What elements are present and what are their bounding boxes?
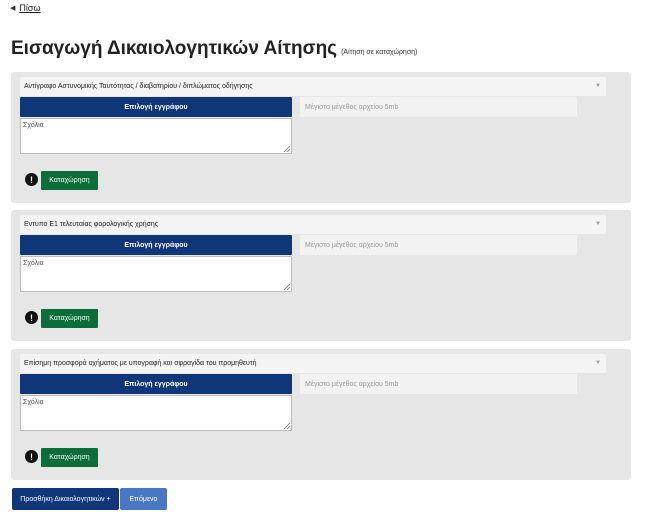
- chevron-left-icon: ◀: [10, 5, 16, 12]
- resize-handle-icon[interactable]: [284, 146, 290, 152]
- choose-document-button[interactable]: Επιλογή εγγράφου: [20, 97, 292, 117]
- filesize-field[interactable]: Μέγιστο μέγεθος αρχείου 5mb: [300, 235, 577, 255]
- document-type-select[interactable]: Αντίγραφο Αστυνομικής Ταυτότητας / διαβα…: [20, 77, 606, 96]
- comments-placeholder: Σχόλια: [23, 260, 44, 267]
- document-type-value: Αντίγραφο Αστυνομικής Ταυτότητας / διαβα…: [24, 83, 253, 90]
- resize-handle-icon[interactable]: [284, 423, 290, 429]
- save-button[interactable]: Καταχώρηση: [41, 171, 98, 190]
- choose-document-button[interactable]: Επιλογή εγγράφου: [20, 235, 292, 255]
- filesize-field[interactable]: Μέγιστο μέγεθος αρχείου 5mb: [300, 374, 577, 394]
- document-section-1: Αντίγραφο Αστυνομικής Ταυτότητας / διαβα…: [11, 72, 631, 203]
- comments-placeholder: Σχόλια: [23, 399, 44, 406]
- comments-placeholder: Σχόλια: [23, 122, 44, 129]
- back-link[interactable]: ◀ Πίσω: [10, 3, 40, 13]
- document-type-select[interactable]: Επίσημη προσφορά οχήματος με υπογραφή κα…: [20, 354, 606, 373]
- comments-textarea[interactable]: Σχόλια: [20, 118, 292, 154]
- warning-icon: !: [25, 173, 38, 186]
- save-button[interactable]: Καταχώρηση: [41, 309, 98, 328]
- page-title: Εισαγωγή Δικαιολογητικών Αίτησης: [11, 38, 338, 59]
- warning-icon: !: [25, 311, 38, 324]
- next-button[interactable]: Επόμενο: [120, 488, 167, 510]
- filesize-field[interactable]: Μέγιστο μέγεθος αρχείου 5mb: [300, 97, 577, 117]
- comments-textarea[interactable]: Σχόλια: [20, 395, 292, 431]
- document-type-value: Εντυπο Ε1 τελευταίας φορολογικής χρήσης: [24, 221, 159, 228]
- resize-handle-icon[interactable]: [284, 284, 290, 290]
- choose-document-button[interactable]: Επιλογή εγγράφου: [20, 374, 292, 394]
- document-type-value: Επίσημη προσφορά οχήματος με υπογραφή κα…: [24, 360, 257, 367]
- chevron-down-icon: ▼: [595, 83, 601, 89]
- comments-textarea[interactable]: Σχόλια: [20, 256, 292, 292]
- add-documents-button[interactable]: Προσθήκη Δικαιολογητικών +: [12, 488, 119, 510]
- chevron-down-icon: ▼: [595, 360, 601, 366]
- save-button[interactable]: Καταχώρηση: [41, 448, 98, 467]
- document-type-select[interactable]: Εντυπο Ε1 τελευταίας φορολογικής χρήσης …: [20, 215, 606, 234]
- back-link-label[interactable]: Πίσω: [19, 3, 40, 13]
- warning-icon: !: [25, 450, 38, 463]
- document-section-3: Επίσημη προσφορά οχήματος με υπογραφή κα…: [11, 349, 631, 480]
- page-subtitle: (Αίτηση σε καταχώρηση): [341, 49, 418, 56]
- document-section-2: Εντυπο Ε1 τελευταίας φορολογικής χρήσης …: [11, 210, 631, 341]
- page-header: Εισαγωγή Δικαιολογητικών Αίτησης (Αίτηση…: [11, 38, 417, 60]
- chevron-down-icon: ▼: [595, 221, 601, 227]
